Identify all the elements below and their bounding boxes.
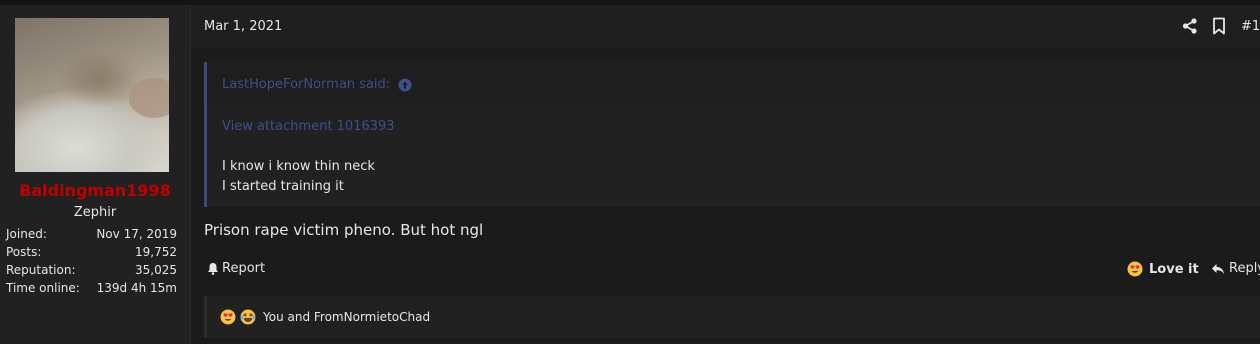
stat-value: Nov 17, 2019 [96, 227, 177, 241]
share-icon[interactable] [1181, 17, 1199, 35]
reply-button[interactable]: Reply [1211, 261, 1260, 276]
post-actions: Report Love it Reply [191, 257, 1260, 279]
love-it-button[interactable]: Love it [1127, 261, 1199, 277]
post-number[interactable]: #13 [1241, 19, 1260, 34]
heart-eyes-emoji-icon [220, 309, 236, 325]
stat-value: 35,025 [135, 263, 177, 277]
bell-icon [208, 263, 218, 275]
user-sidebar: Baldingman1998 Zephir Joined: Nov 17, 20… [0, 5, 191, 344]
user-stats: Joined: Nov 17, 2019 Posts: 19,752 Reput… [6, 225, 177, 297]
arrow-up-icon[interactable] [398, 78, 412, 92]
quote-text-line: I started training it [222, 179, 344, 194]
stat-label: Time online: [6, 281, 80, 295]
post-body: Prison rape victim pheno. But hot ngl [204, 221, 484, 239]
stat-label: Reputation: [6, 263, 76, 277]
reply-icon [1212, 263, 1224, 274]
post-date[interactable]: Mar 1, 2021 [204, 19, 282, 34]
quote-author-link[interactable]: LastHopeForNorman said: [222, 77, 412, 92]
attachment-link[interactable]: View attachment 1016393 [222, 119, 395, 134]
stat-posts: Posts: 19,752 [6, 243, 177, 261]
reactions-bar[interactable]: You and FromNormietoChad [204, 296, 1260, 338]
stat-label: Posts: [6, 245, 42, 259]
stat-time-online: Time online: 139d 4h 15m [6, 279, 177, 297]
report-button[interactable]: Report [207, 261, 265, 276]
post-header: Mar 1, 2021 #13 [191, 5, 1260, 50]
laughing-emoji-icon [240, 309, 256, 325]
bookmark-icon[interactable] [1211, 17, 1227, 35]
reactions-text[interactable]: You and FromNormietoChad [263, 310, 430, 324]
stat-label: Joined: [6, 227, 47, 241]
love-label: Love it [1149, 261, 1199, 277]
stat-value: 139d 4h 15m [96, 281, 177, 295]
avatar[interactable] [15, 18, 169, 172]
quote-header: LastHopeForNorman said: [207, 62, 1260, 104]
user-title: Zephir [73, 205, 117, 220]
stat-reputation: Reputation: 35,025 [6, 261, 177, 279]
username[interactable]: Baldingman1998 [0, 181, 190, 200]
report-label: Report [222, 261, 266, 276]
post-main: Mar 1, 2021 #13 LastHopeForNorman said: … [191, 5, 1260, 344]
quote-text-line: I know i know thin neck [222, 159, 375, 174]
love-icon [1127, 261, 1143, 277]
quote-block: LastHopeForNorman said: View attachment … [204, 62, 1260, 207]
stat-value: 19,752 [135, 245, 177, 259]
stat-joined: Joined: Nov 17, 2019 [6, 225, 177, 243]
reactions-summary: You and FromNormietoChad [220, 309, 430, 325]
quote-author-label: LastHopeForNorman said: [222, 77, 391, 92]
reply-label: Reply [1229, 261, 1260, 276]
